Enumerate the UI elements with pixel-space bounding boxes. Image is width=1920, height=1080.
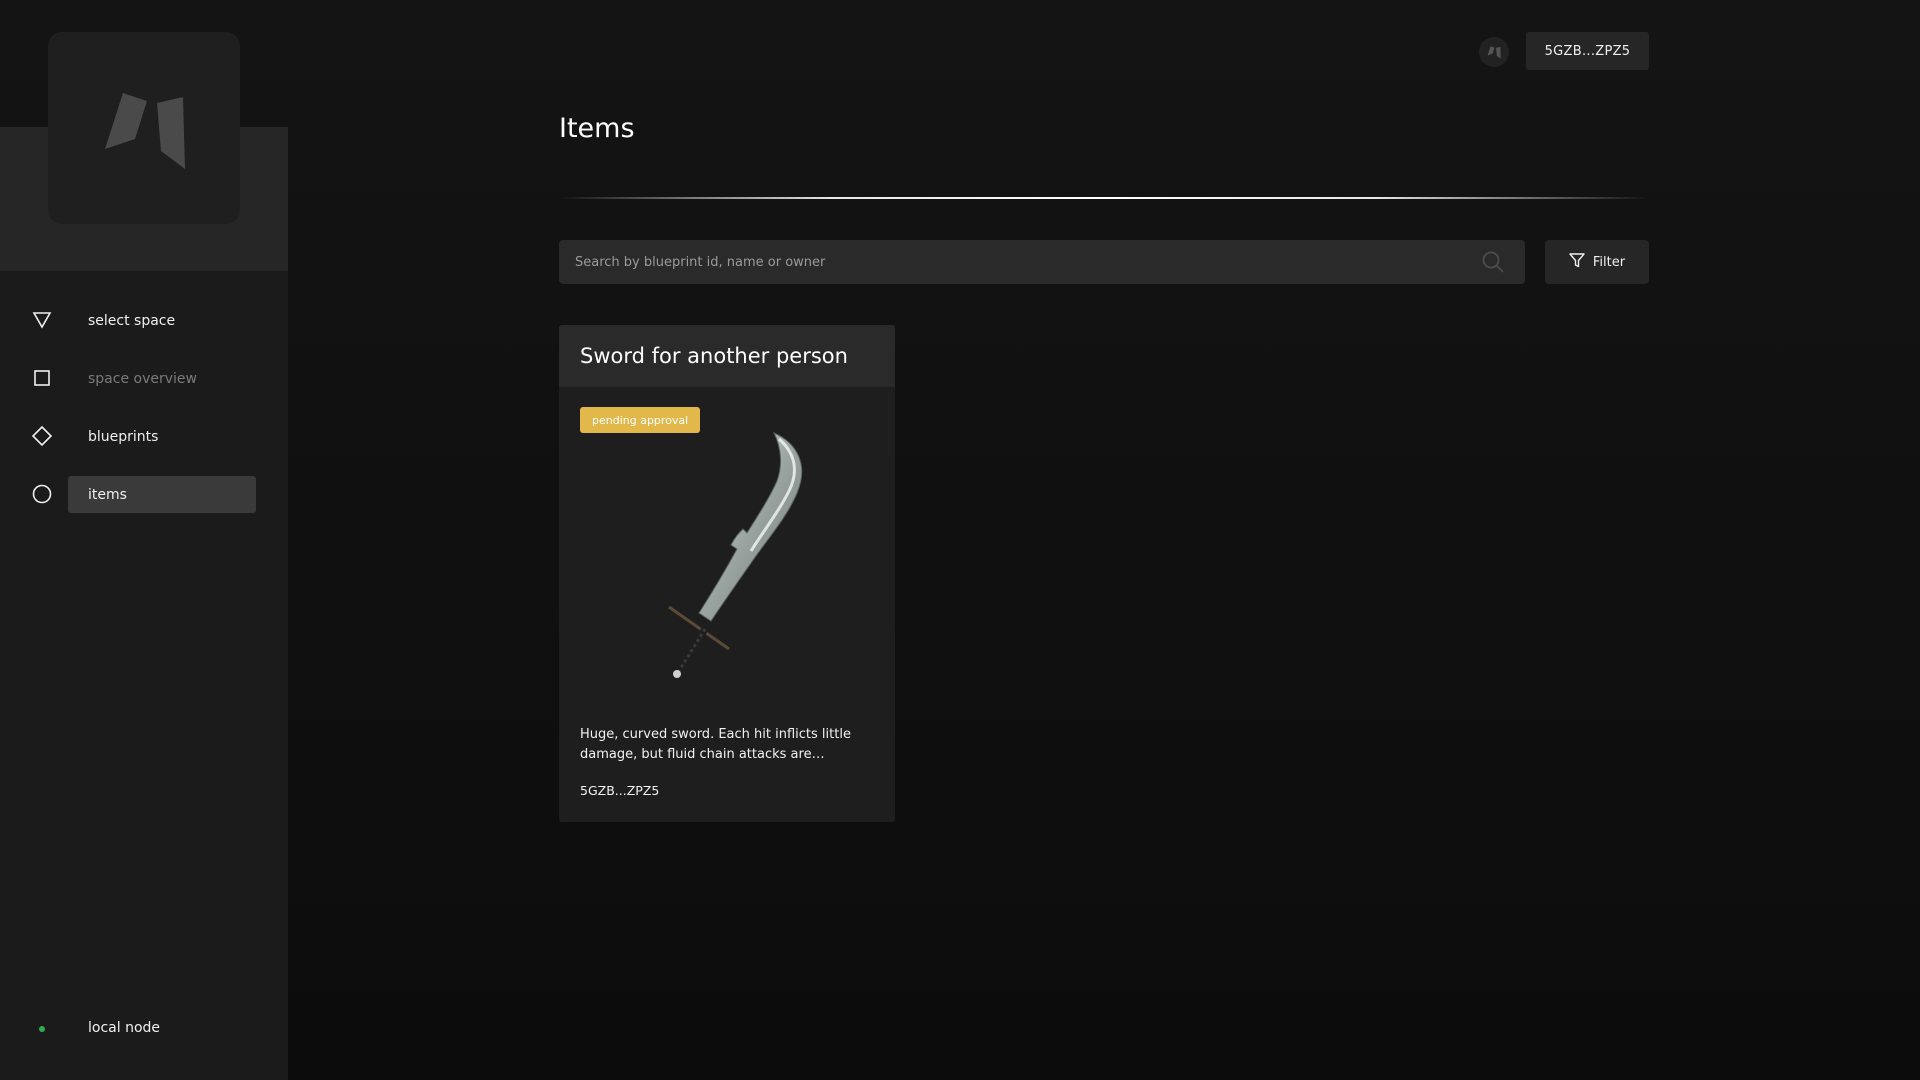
app-logo[interactable]	[48, 32, 240, 224]
logo-icon	[1487, 46, 1501, 59]
sidebar-item-label: space overview	[88, 370, 197, 387]
square-icon	[30, 366, 54, 390]
node-status-dot	[39, 1026, 45, 1032]
sidebar-item-label: select space	[88, 312, 176, 329]
sidebar-item-items[interactable]: items	[0, 465, 288, 523]
sidebar-item-label: blueprints	[88, 428, 159, 445]
page-title: Items	[559, 113, 635, 144]
account-button[interactable]: 5GZB...ZPZ5	[1526, 32, 1649, 70]
sidebar-item-select-space[interactable]: select space	[0, 291, 288, 349]
item-description: Huge, curved sword. Each hit inflicts li…	[580, 727, 851, 762]
node-status[interactable]: local node	[0, 1014, 288, 1044]
sidebar-item-label: items	[68, 476, 256, 513]
logo-icon	[105, 93, 185, 169]
item-title: Sword for another person	[580, 344, 848, 368]
item-owner: 5GZB...ZPZ5	[580, 783, 660, 798]
filter-icon	[1569, 252, 1585, 272]
sidebar-nav: select space space overview blueprints i…	[0, 291, 288, 523]
app-window: select space space overview blueprints i…	[0, 0, 1920, 1080]
sidebar-item-space-overview[interactable]: space overview	[0, 349, 288, 407]
account-avatar[interactable]	[1479, 37, 1509, 67]
triangle-down-icon	[30, 308, 54, 332]
item-image-sword	[668, 431, 803, 678]
sidebar	[0, 127, 288, 1080]
search-input[interactable]	[559, 240, 1459, 284]
search-bar	[559, 240, 1525, 284]
filter-label: Filter	[1592, 254, 1626, 270]
diamond-icon	[30, 424, 54, 448]
item-card-header: Sword for another person	[559, 325, 895, 387]
circle-icon	[30, 482, 54, 506]
filter-button[interactable]: Filter	[1545, 240, 1649, 284]
search-icon[interactable]	[1481, 250, 1505, 274]
title-divider	[559, 197, 1649, 199]
node-status-label: local node	[88, 1020, 161, 1036]
sidebar-item-blueprints[interactable]: blueprints	[0, 407, 288, 465]
item-card[interactable]: Sword for another person pending approva…	[559, 325, 895, 822]
